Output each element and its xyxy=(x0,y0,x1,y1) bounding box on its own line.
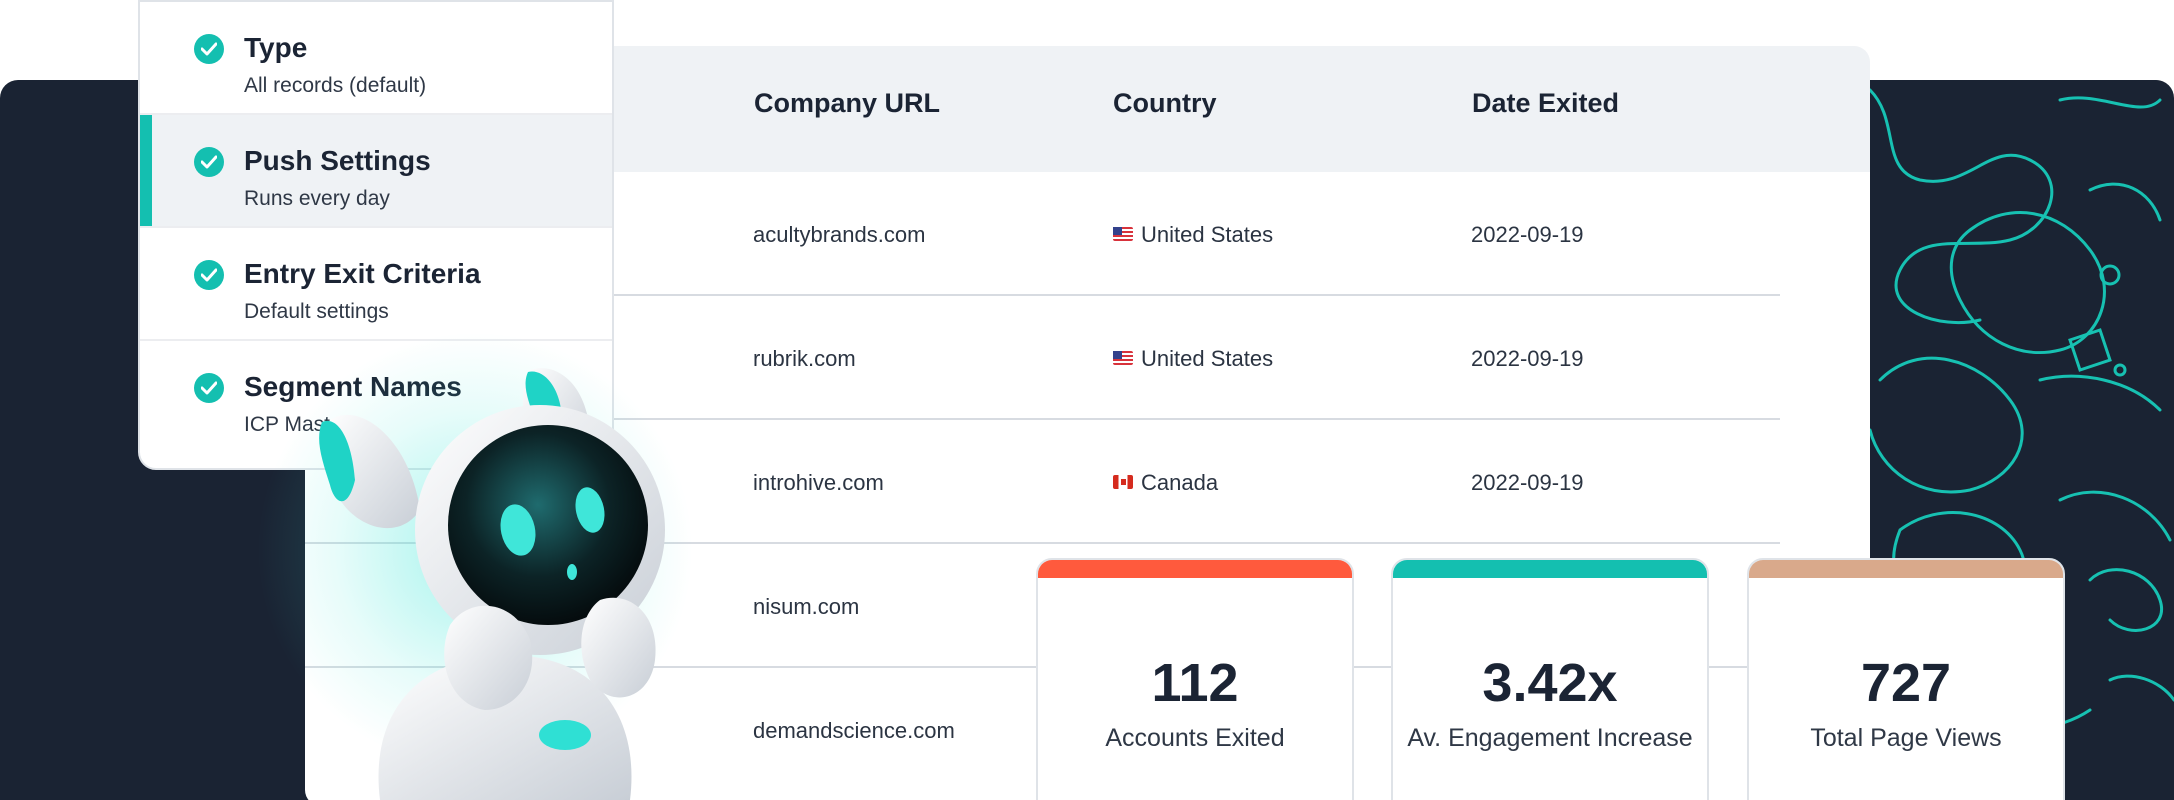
step-subtitle: Default settings xyxy=(244,300,389,323)
step-subtitle: Runs every day xyxy=(244,187,390,210)
stat-accent-bar xyxy=(1393,560,1707,578)
date-exited-cell: 2022-09-19 xyxy=(1471,222,1584,247)
check-circle-icon xyxy=(194,373,224,403)
stat-value: 3.42x xyxy=(1482,653,1618,713)
step-subtitle: All records (default) xyxy=(244,74,427,97)
column-header-company-url[interactable]: Company URL xyxy=(754,88,940,119)
us-flag-icon xyxy=(1113,351,1133,365)
robot-mascot-icon xyxy=(319,368,665,800)
step-title: Push Settings xyxy=(244,145,431,176)
country-cell: Canada xyxy=(1113,470,1218,496)
column-header-date-exited[interactable]: Date Exited xyxy=(1472,88,1619,119)
ca-flag-icon xyxy=(1113,475,1133,489)
date-exited-cell: 2022-09-19 xyxy=(1471,346,1584,371)
stat-value: 112 xyxy=(1151,653,1239,713)
company-url-cell[interactable]: acultybrands.com xyxy=(753,222,925,248)
step-title: Entry Exit Criteria xyxy=(244,258,481,289)
stat-label: Total Page Views xyxy=(1810,724,2002,752)
stat-card-accounts-exited: 112 Accounts Exited xyxy=(1036,558,1354,800)
stat-value: 727 xyxy=(1860,653,1952,713)
check-circle-icon xyxy=(194,147,224,177)
company-url-cell[interactable]: nisum.com xyxy=(753,594,859,620)
check-circle-icon xyxy=(194,34,224,64)
stat-accent-bar xyxy=(1749,560,2063,578)
stat-label: Av. Engagement Increase xyxy=(1407,724,1693,752)
stat-label: Accounts Exited xyxy=(1105,724,1285,752)
stat-card-engagement-increase: 3.42x Av. Engagement Increase xyxy=(1391,558,1709,800)
company-url-cell[interactable]: rubrik.com xyxy=(753,346,856,372)
country-cell: United States xyxy=(1113,346,1273,372)
step-title: Type xyxy=(244,32,308,63)
company-url-cell[interactable]: introhive.com xyxy=(753,470,884,496)
check-circle-icon xyxy=(194,260,224,290)
step-entry-exit-criteria[interactable]: Entry Exit Criteria Default settings xyxy=(140,228,612,341)
us-flag-icon xyxy=(1113,227,1133,241)
stat-accent-bar xyxy=(1038,560,1352,578)
column-header-country[interactable]: Country xyxy=(1113,88,1217,119)
company-url-cell[interactable]: demandscience.com xyxy=(753,718,955,744)
date-exited-cell: 2022-09-19 xyxy=(1471,470,1584,495)
stat-card-total-page-views: 727 Total Page Views xyxy=(1747,558,2065,800)
step-push-settings[interactable]: Push Settings Runs every day xyxy=(140,115,612,228)
country-cell: United States xyxy=(1113,222,1273,248)
step-type[interactable]: Type All records (default) xyxy=(140,2,612,115)
